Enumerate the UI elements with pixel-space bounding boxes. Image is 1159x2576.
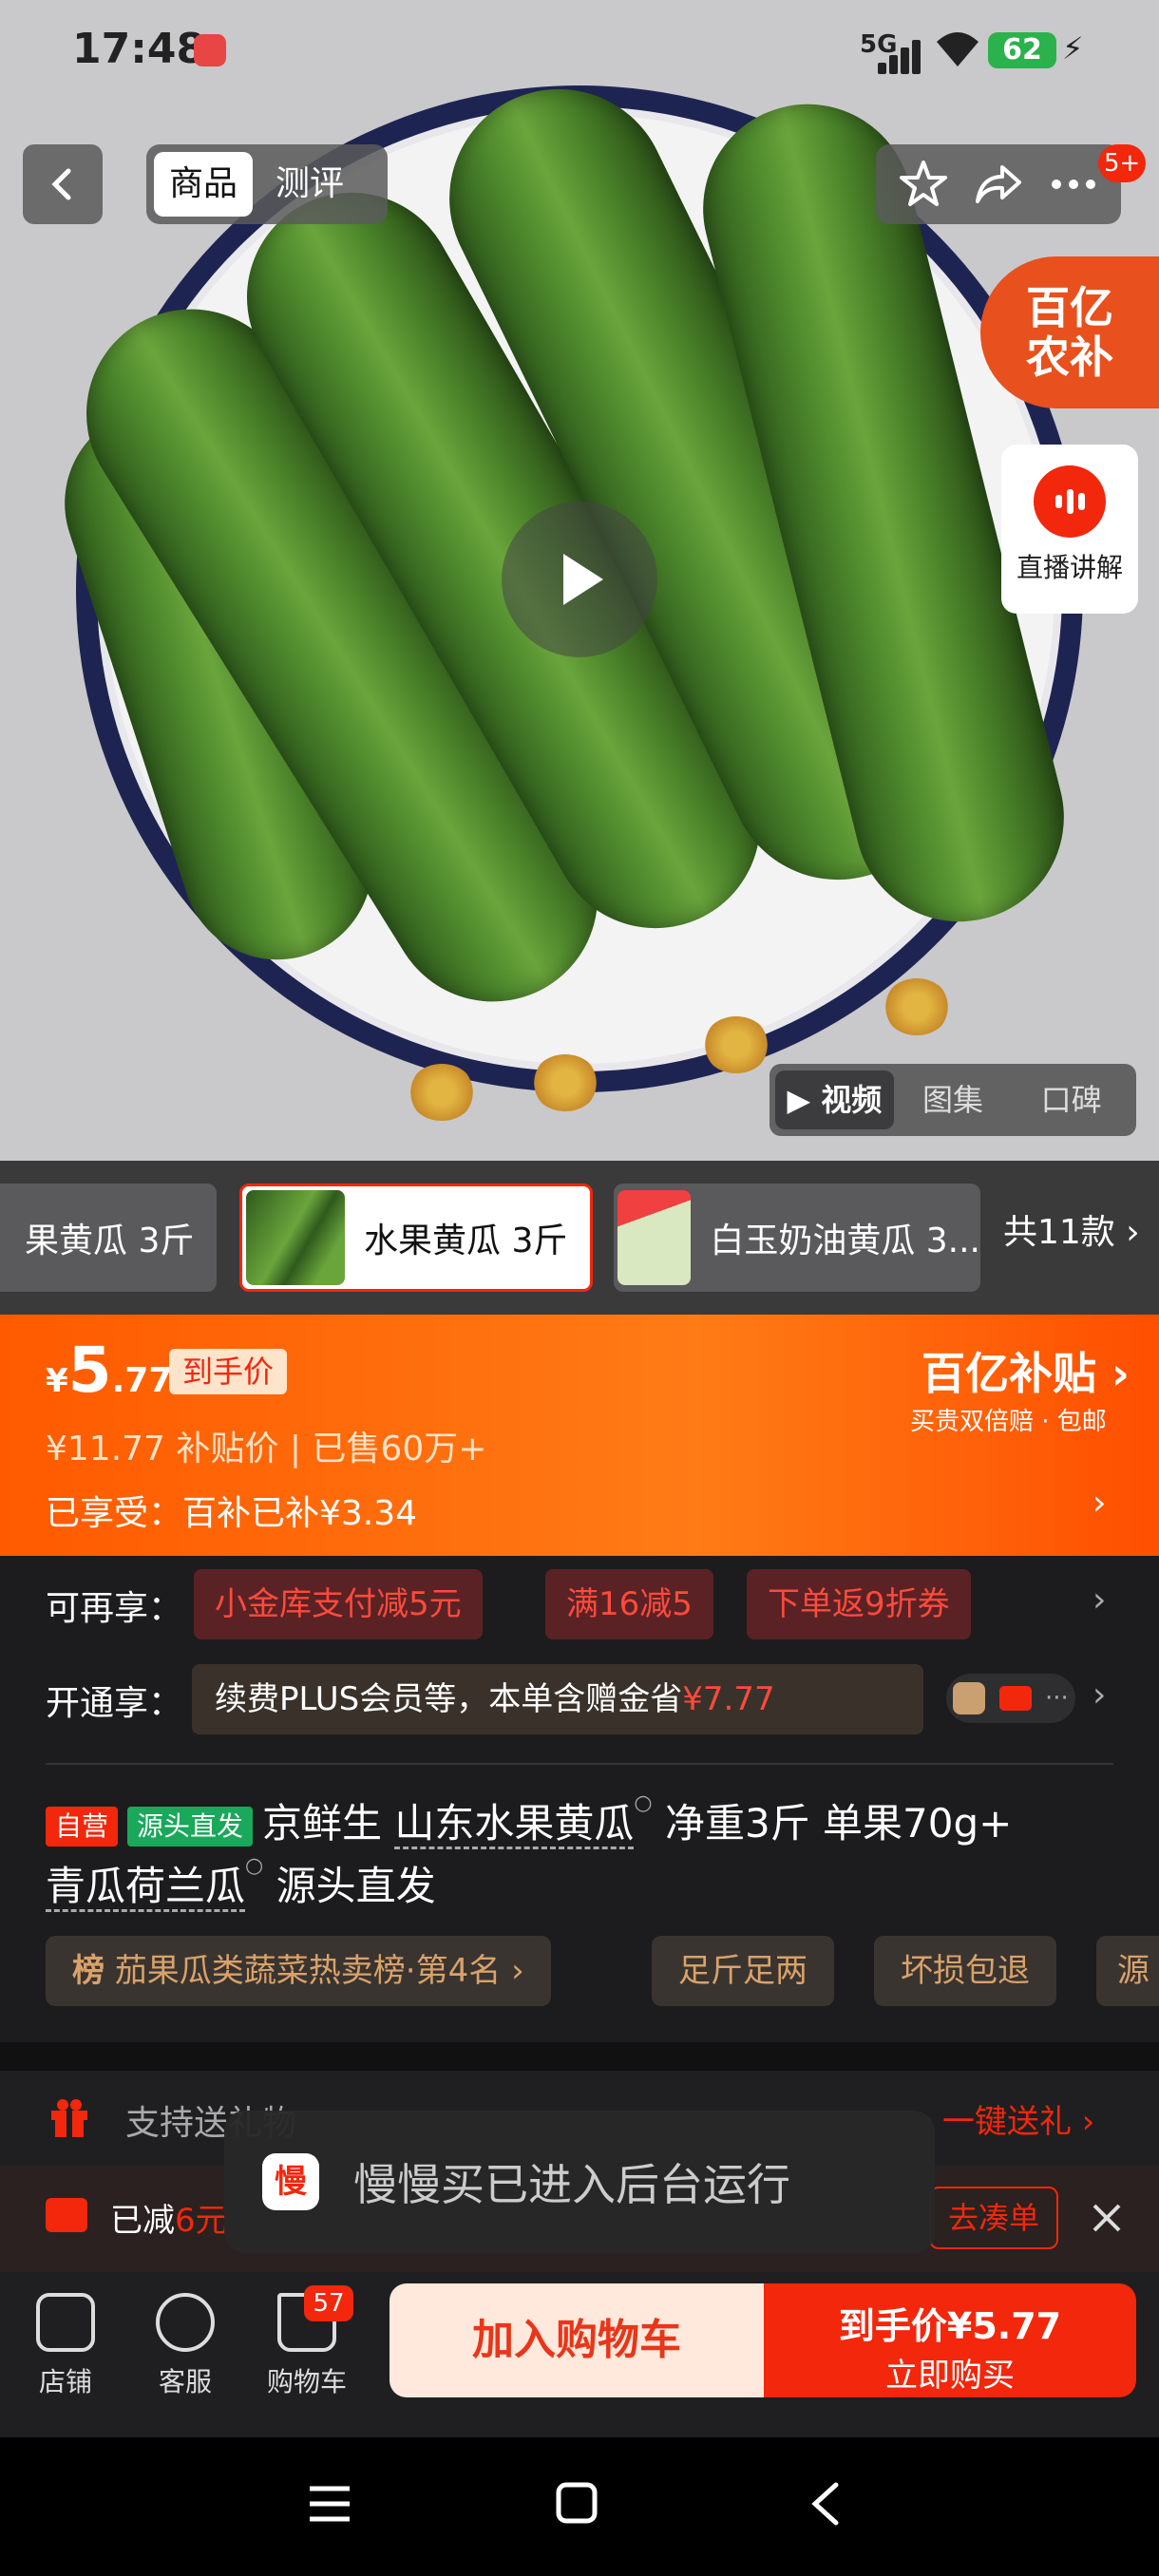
plus-member-offer[interactable]: 续费PLUS会员等，本单含赠金省¥7.77: [192, 1664, 923, 1734]
status-time: 17:48: [72, 25, 206, 73]
variant-thumbnail: [618, 1190, 692, 1285]
play-icon: [563, 554, 603, 605]
search-icon: ○: [634, 1791, 653, 1815]
service-icon: [156, 2293, 215, 2352]
play-video-button[interactable]: [502, 502, 657, 657]
wifi-icon: [937, 32, 978, 66]
message-badge: 5+: [1098, 144, 1147, 182]
cart-count-badge: 57: [304, 2285, 353, 2321]
live-explain-button[interactable]: 直播讲解: [1001, 445, 1138, 614]
plus-label: 开通享：: [46, 1684, 183, 1723]
subsidy-price-and-sales: ¥11.77 补贴价 | 已售60万+: [46, 1430, 487, 1468]
gift-icon: [51, 2099, 87, 2137]
product-title-line-2: 青瓜荷兰瓜○ 源头直发: [46, 1854, 436, 1912]
recent-apps-icon[interactable]: [308, 2485, 352, 2523]
live-label: 直播讲解: [1016, 552, 1123, 583]
charging-icon: ⚡: [1062, 30, 1084, 66]
final-price-tag: 到手价: [169, 1349, 288, 1394]
bybt-guarantee: 买贵双倍赔 · 包邮: [910, 1408, 1107, 1436]
notification-icon: [194, 34, 226, 66]
home-icon[interactable]: [555, 2481, 598, 2525]
status-bar: 17:48 5G 62 ⚡: [0, 0, 1159, 104]
ticket-icon: [46, 2198, 87, 2232]
rank-chip[interactable]: 榜 茄果瓜类蔬菜热卖榜·第4名 ›: [46, 1936, 551, 2006]
feature-chip[interactable]: 足斤足两: [652, 1936, 834, 2006]
media-tab-reviews[interactable]: 口碑: [1012, 1070, 1130, 1129]
keyword-link[interactable]: 山东水果黄瓜: [394, 1800, 635, 1849]
buy-now-label: 立即购买: [885, 2357, 1015, 2395]
section-gap: [0, 2042, 1159, 2071]
media-tab-gallery[interactable]: 图集: [894, 1070, 1013, 1129]
more-variants-link[interactable]: 共11款 ›: [1003, 1204, 1140, 1254]
buy-price: 到手价¥5.77: [838, 2305, 1062, 2347]
cucumber-flower: [703, 1016, 770, 1073]
reduced-amount: 已减6元: [110, 2202, 228, 2240]
toast-text: 慢慢买已进入后台运行: [353, 2159, 790, 2210]
back-button[interactable]: [23, 144, 103, 224]
divider: [46, 1763, 1113, 1765]
shop-icon: [36, 2293, 95, 2352]
tab-review[interactable]: 测评: [260, 152, 359, 217]
coupon-chip[interactable]: 满16减5: [545, 1569, 713, 1639]
variant-thumbnail: [246, 1190, 345, 1285]
chevron-right-icon[interactable]: ›: [1092, 1581, 1106, 1619]
variant-item[interactable]: 果黄瓜 3斤: [0, 1184, 217, 1292]
feature-chip[interactable]: 源: [1096, 1936, 1159, 2006]
plus-crown-icon: [953, 1682, 986, 1714]
coupon-chip[interactable]: 小金库支付减5元: [194, 1569, 483, 1639]
share-icon[interactable]: [972, 158, 1025, 211]
chevron-right-icon[interactable]: ›: [1092, 1676, 1106, 1714]
live-icon: [1034, 465, 1106, 538]
enjoyed-subsidy: 已享受：百补已补¥3.34: [46, 1494, 418, 1533]
price-band[interactable]: ¥5.77 到手价 ¥11.77 补贴价 | 已售60万+ 已享受：百补已补¥3…: [0, 1315, 1159, 1556]
product-page: 17:48 5G 62 ⚡ 商品 测评 5+ 百亿农补 直播讲解 ▶ 视频 图集…: [0, 0, 1159, 2576]
send-gift-link[interactable]: 一键送礼 ›: [942, 2095, 1094, 2142]
variant-selector: 果黄瓜 3斤 水果黄瓜 3斤 白玉奶油黄瓜 3...: [0, 1161, 1159, 1315]
close-icon[interactable]: [1091, 2202, 1123, 2234]
self-operated-badge: 自营: [46, 1806, 119, 1847]
background-toast: 慢 慢慢买已进入后台运行: [224, 2111, 935, 2253]
cucumber-flower: [884, 978, 950, 1035]
card-icon: [998, 1686, 1032, 1711]
bybt-hero-logo[interactable]: 百亿农补: [980, 256, 1159, 408]
star-icon[interactable]: [897, 158, 950, 211]
product-tabs: 商品 测评: [146, 144, 388, 224]
add-items-button[interactable]: 去凑单: [929, 2187, 1059, 2249]
shop-button[interactable]: 店铺: [13, 2293, 118, 2399]
system-nav-bar: [0, 2437, 1159, 2576]
coupon-chip[interactable]: 下单返9折券: [747, 1569, 971, 1639]
feature-chip[interactable]: 坏损包退: [874, 1936, 1056, 2006]
bybt-brand[interactable]: 百亿补贴 ›: [922, 1339, 1130, 1402]
chevron-right-icon[interactable]: ›: [1092, 1484, 1106, 1523]
search-icon: ○: [245, 1854, 264, 1878]
customer-service-button[interactable]: 客服: [133, 2293, 238, 2399]
more-icon: ···: [1044, 1684, 1069, 1713]
signal-icon: [878, 34, 923, 74]
tab-product[interactable]: 商品: [154, 152, 254, 217]
keyword-link[interactable]: 青瓜荷兰瓜: [46, 1863, 246, 1912]
media-tabs: ▶ 视频 图集 口碑: [770, 1064, 1136, 1136]
media-tab-video[interactable]: ▶ 视频: [775, 1070, 894, 1129]
final-price: ¥5.77: [46, 1334, 173, 1407]
source-direct-badge: 源头直发: [127, 1806, 254, 1847]
add-to-cart-button[interactable]: 加入购物车: [390, 2283, 764, 2397]
payment-icons: ···: [946, 1674, 1075, 1723]
again-enjoy-label: 可再享：: [46, 1589, 183, 1628]
variant-item-selected[interactable]: 水果黄瓜 3斤: [239, 1184, 593, 1292]
product-hero-image[interactable]: 17:48 5G 62 ⚡ 商品 测评 5+ 百亿农补 直播讲解 ▶ 视频 图集…: [0, 0, 1159, 1161]
battery-level: 62: [988, 32, 1056, 68]
cucumber-flower: [408, 1064, 475, 1121]
chevron-left-icon: [51, 168, 71, 200]
header-actions: [876, 144, 1121, 224]
variant-item[interactable]: 白玉奶油黄瓜 3...: [614, 1184, 980, 1292]
bybt-logo-text: 百亿农补: [1026, 282, 1113, 383]
buy-now-button[interactable]: 到手价¥5.77 立即购买: [764, 2283, 1136, 2397]
app-icon: 慢: [262, 2153, 319, 2210]
product-title-line-1: 自营 源头直发 京鲜生 山东水果黄瓜○ 净重3斤 单果70g+: [46, 1791, 1012, 1849]
more-icon[interactable]: [1047, 158, 1100, 211]
back-icon[interactable]: [806, 2481, 844, 2527]
cucumber-flower: [532, 1054, 598, 1111]
